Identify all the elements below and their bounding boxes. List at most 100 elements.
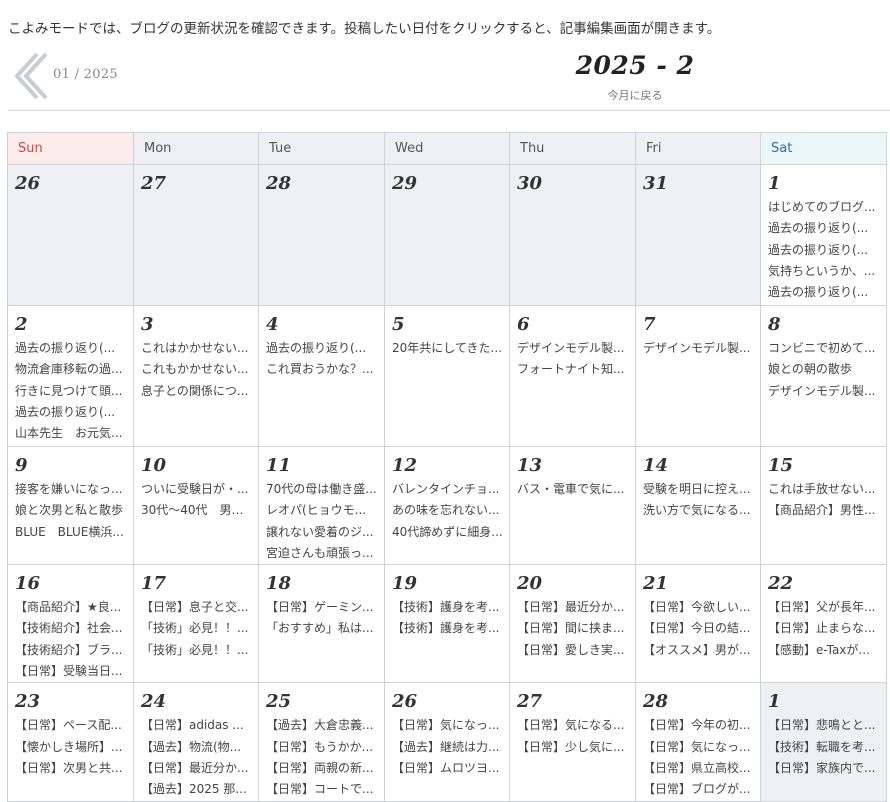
post-entry-link[interactable]: 【技術】転職を考... — [768, 737, 881, 758]
post-entry-link[interactable]: 20年共にしてきた... — [392, 338, 505, 359]
post-entry-link[interactable]: 【日常】今日の結... — [643, 618, 756, 639]
post-entry-link[interactable]: 【日常】今年の初... — [643, 715, 756, 736]
post-entry-link[interactable]: 気持ちというか、... — [768, 261, 881, 282]
calendar-day-cell[interactable]: 9 接客を嫌いになっ... 娘と次男と私と散歩 BLUE BLUE横浜... — [7, 445, 134, 566]
post-entry-link[interactable]: 【過去】2025 那... — [141, 779, 254, 800]
post-entry-link[interactable]: 過去の振り返り(... — [15, 338, 128, 359]
post-entry-link[interactable]: デザインモデル製... — [643, 338, 756, 359]
calendar-day-cell[interactable]: 24 【日常】adidas ... 【過去】物流(物... 【日常】最近分か... 【過… — [133, 682, 259, 802]
post-entry-link[interactable]: バレンタインチョ... — [392, 479, 505, 500]
post-entry-link[interactable]: 【日常】両親の新... — [266, 758, 379, 779]
calendar-day-cell[interactable]: 19 【技術】護身を考... 【技術】護身を考... — [384, 564, 510, 684]
post-entry-link[interactable]: 【日常】ブログが... — [643, 779, 756, 800]
calendar-day-cell[interactable]: 26 — [7, 164, 134, 306]
post-entry-link[interactable]: 【過去】大倉忠義... — [266, 715, 379, 736]
calendar-day-cell[interactable]: 25 【過去】大倉忠義... 【日常】もうかか... 【日常】両親の新... 【日常】コ… — [258, 682, 385, 802]
calendar-day-cell[interactable]: 13 バス・電車で気に... — [509, 445, 636, 566]
post-entry-link[interactable]: 「おすすめ」私は... — [266, 618, 379, 639]
post-entry-link[interactable]: 【日常】家族内で... — [768, 758, 881, 779]
post-entry-link[interactable]: 【技術紹介】社会... — [15, 618, 128, 639]
prev-month-button[interactable] — [12, 51, 54, 101]
calendar-day-cell[interactable]: 12 バレンタインチョ... あの味を忘れない... 40代諦めずに細身... — [384, 445, 510, 566]
calendar-day-cell[interactable]: 29 — [384, 164, 510, 306]
post-entry-link[interactable]: 30代～40代 男性... — [141, 500, 254, 521]
calendar-day-cell[interactable]: 15 これは手放せない... 【商品紹介】男性... — [760, 445, 887, 566]
post-entry-link[interactable]: あの味を忘れない... — [392, 500, 505, 521]
post-entry-link[interactable]: 「技術」必見！！... — [141, 618, 254, 639]
calendar-day-cell[interactable]: 21 【日常】今欲しい... 【日常】今日の結... 【オススメ】男が... — [635, 564, 761, 684]
post-entry-link[interactable]: 【日常】愛しき実... — [517, 640, 630, 661]
post-entry-link[interactable]: これは手放せない... — [768, 479, 881, 500]
post-entry-link[interactable]: 【懐かしき場所】... — [15, 737, 128, 758]
calendar-day-cell[interactable]: 11 70代の母は働き盛... レオパ(ヒョウモ... 譲れない愛着のジ... 宮迫さん… — [258, 445, 385, 566]
calendar-day-cell[interactable]: 22 【日常】父が長年... 【日常】止まらな... 【感動】e-Taxが... — [760, 564, 887, 684]
post-entry-link[interactable]: 【日常】ペース配... — [15, 715, 128, 736]
post-entry-link[interactable]: 【日常】気になっ... — [643, 737, 756, 758]
post-entry-link[interactable]: 【日常】受験当日... — [15, 661, 128, 682]
calendar-day-cell[interactable]: 18 【日常】ゲーミン... 「おすすめ」私は... — [258, 564, 385, 684]
post-entry-link[interactable]: 娘と次男と私と散歩 — [15, 500, 128, 521]
calendar-day-cell[interactable]: 27 【日常】気になる... 【日常】少し気に... — [509, 682, 636, 802]
post-entry-link[interactable]: 過去の振り返り(... — [15, 402, 128, 423]
post-entry-link[interactable]: 【技術】護身を考... — [392, 597, 505, 618]
post-entry-link[interactable]: コンビニで初めて... — [768, 338, 881, 359]
post-entry-link[interactable]: 【日常】間に挟ま... — [517, 618, 630, 639]
post-entry-link[interactable]: 【過去】継続は力... — [392, 737, 505, 758]
post-entry-link[interactable]: フォートナイト知... — [517, 359, 630, 380]
post-entry-link[interactable]: 過去の振り返り(... — [266, 338, 379, 359]
post-entry-link[interactable]: これはかかせない... — [141, 338, 254, 359]
post-entry-link[interactable]: 【日常】気になっ... — [392, 715, 505, 736]
calendar-day-cell[interactable]: 4 過去の振り返り(... これ買おうかな？... — [258, 305, 385, 447]
post-entry-link[interactable]: 洗い方で気になる... — [643, 500, 756, 521]
post-entry-link[interactable]: 息子との関係につ... — [141, 381, 254, 402]
post-entry-link[interactable]: 物流倉庫移転の過... — [15, 359, 128, 380]
post-entry-link[interactable]: デザインモデル製... — [517, 338, 630, 359]
calendar-day-cell[interactable]: 27 — [133, 164, 259, 306]
post-entry-link[interactable]: ついに受験日が・... — [141, 479, 254, 500]
calendar-day-cell[interactable]: 3 これはかかせない... これもかかせない... 息子との関係につ... — [133, 305, 259, 447]
post-entry-link[interactable]: 【商品紹介】★良... — [15, 597, 128, 618]
post-entry-link[interactable]: 山本先生 お元気... — [15, 423, 128, 444]
calendar-day-cell[interactable]: 1 【日常】悲鳴とと... 【技術】転職を考... 【日常】家族内で... — [760, 682, 887, 802]
calendar-day-cell[interactable]: 5 20年共にしてきた... — [384, 305, 510, 447]
post-entry-link[interactable]: 譲れない愛着のジ... — [266, 522, 379, 543]
post-entry-link[interactable]: 【日常】ゲーミン... — [266, 597, 379, 618]
post-entry-link[interactable]: 【日常】父が長年... — [768, 597, 881, 618]
calendar-day-cell[interactable]: 23 【日常】ペース配... 【懐かしき場所】... 【日常】次男と共... — [7, 682, 134, 802]
post-entry-link[interactable]: 【技術紹介】ブラ... — [15, 640, 128, 661]
post-entry-link[interactable]: 【日常】県立高校... — [643, 758, 756, 779]
post-entry-link[interactable]: これもかかせない... — [141, 359, 254, 380]
post-entry-link[interactable]: 過去の振り返り(... — [768, 240, 881, 261]
calendar-day-cell[interactable]: 30 — [509, 164, 636, 306]
post-entry-link[interactable]: 接客を嫌いになっ... — [15, 479, 128, 500]
post-entry-link[interactable]: レオパ(ヒョウモ... — [266, 500, 379, 521]
calendar-day-cell[interactable]: 1 はじめてのブログ... 過去の振り返り(... 過去の振り返り(... 気持ちという… — [760, 164, 887, 306]
post-entry-link[interactable]: これ買おうかな？... — [266, 359, 379, 380]
post-entry-link[interactable]: 受験を明日に控え... — [643, 479, 756, 500]
post-entry-link[interactable]: 【技術】護身を考... — [392, 618, 505, 639]
calendar-day-cell[interactable]: 10 ついに受験日が・... 30代～40代 男性... — [133, 445, 259, 566]
post-entry-link[interactable]: はじめてのブログ... — [768, 197, 881, 218]
post-entry-link[interactable]: 過去の振り返り(... — [768, 282, 881, 303]
post-entry-link[interactable]: 【日常】少し気に... — [517, 737, 630, 758]
calendar-day-cell[interactable]: 14 受験を明日に控え... 洗い方で気になる... — [635, 445, 761, 566]
calendar-day-cell[interactable]: 6 デザインモデル製... フォートナイト知... — [509, 305, 636, 447]
post-entry-link[interactable]: バス・電車で気に... — [517, 479, 630, 500]
post-entry-link[interactable]: 【日常】コートで... — [266, 779, 379, 800]
calendar-day-cell[interactable]: 2 過去の振り返り(... 物流倉庫移転の過... 行きに見つけて頭... 過去の振り返… — [7, 305, 134, 447]
post-entry-link[interactable]: 40代諦めずに細身... — [392, 522, 505, 543]
post-entry-link[interactable]: 宮迫さんも頑張っ... — [266, 543, 379, 564]
calendar-day-cell[interactable]: 26 【日常】気になっ... 【過去】継続は力... 【日常】ムロツヨ... — [384, 682, 510, 802]
calendar-day-cell[interactable]: 28 【日常】今年の初... 【日常】気になっ... 【日常】県立高校... 【日常】ブ… — [635, 682, 761, 802]
post-entry-link[interactable]: 【感動】e-Taxが... — [768, 640, 881, 661]
post-entry-link[interactable]: 【日常】気になる... — [517, 715, 630, 736]
post-entry-link[interactable]: 【日常】今欲しい... — [643, 597, 756, 618]
post-entry-link[interactable]: 【商品紹介】男性... — [768, 500, 881, 521]
post-entry-link[interactable]: 「技術」必見！！... — [141, 640, 254, 661]
calendar-day-cell[interactable]: 17 【日常】息子と交... 「技術」必見！！... 「技術」必見！！... — [133, 564, 259, 684]
back-to-current-month-link[interactable]: 今月に戻る — [560, 87, 710, 103]
post-entry-link[interactable]: 【日常】止まらな... — [768, 618, 881, 639]
post-entry-link[interactable]: デザインモデル製... — [768, 381, 881, 402]
calendar-day-cell[interactable]: 16 【商品紹介】★良... 【技術紹介】社会... 【技術紹介】ブラ... 【日常】受… — [7, 564, 134, 684]
prev-month-label[interactable]: 01 / 2025 — [53, 67, 118, 82]
